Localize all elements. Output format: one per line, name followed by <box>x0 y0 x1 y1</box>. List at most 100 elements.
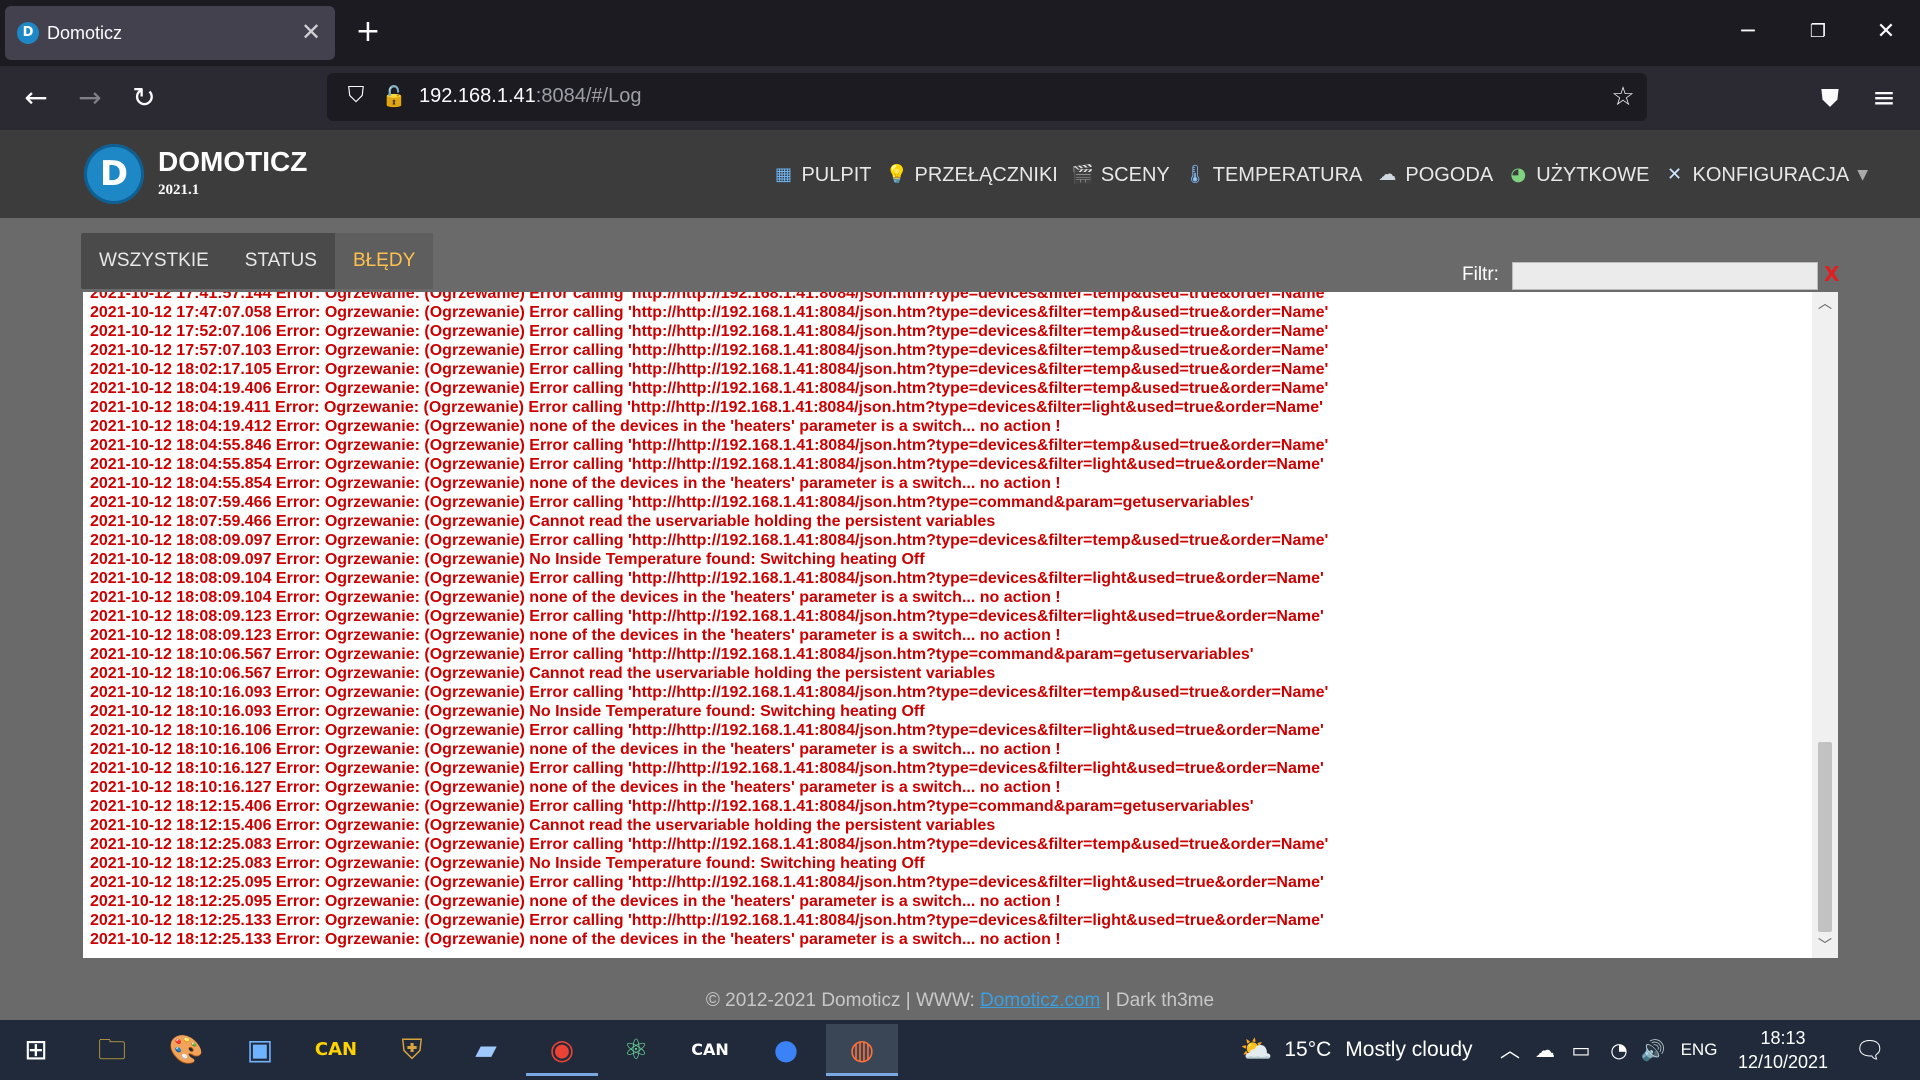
log-lines: 2021-10-12 17:41:57.144 Error: Ogrzewani… <box>90 292 1790 949</box>
log-line: 2021-10-12 18:08:09.104 Error: Ogrzewani… <box>90 570 1324 587</box>
browser-tab[interactable]: D Domoticz ✕ <box>5 6 335 60</box>
filter-label: Filtr: <box>1462 264 1499 285</box>
scrollbar[interactable]: ︿ ﹀ <box>1812 292 1838 958</box>
tab-bledy[interactable]: BŁĘDY <box>334 233 434 289</box>
log-line: 2021-10-12 18:02:17.105 Error: Ogrzewani… <box>90 361 1329 378</box>
log-line: 2021-10-12 17:47:07.058 Error: Ogrzewani… <box>90 304 1329 321</box>
tray-chevron-up-icon[interactable]: ︿ <box>1496 1020 1524 1080</box>
battery-icon[interactable]: ▭ <box>1566 1020 1596 1080</box>
menu-item-pulpit[interactable]: ▦ PULPIT <box>772 164 872 187</box>
app-dots-icon[interactable]: ● <box>750 1024 822 1076</box>
domoticz-logo-icon[interactable]: D <box>84 144 144 204</box>
log-line: 2021-10-12 18:04:19.411 Error: Ogrzewani… <box>90 399 1323 416</box>
filter-input[interactable] <box>1512 262 1818 290</box>
log-line: 2021-10-12 18:08:09.123 Error: Ogrzewani… <box>90 608 1324 625</box>
menu-item-pogoda[interactable]: ☁ POGODA <box>1376 164 1493 187</box>
file-explorer-icon[interactable]: 🗀 <box>76 1024 148 1076</box>
log-line: 2021-10-12 18:12:25.095 Error: Ogrzewani… <box>90 874 1324 891</box>
log-line: 2021-10-12 18:12:25.095 Error: Ogrzewani… <box>90 893 1061 910</box>
address-bar[interactable]: ⛉ 🔓 192.168.1.41:8084/#/Log ☆ <box>327 73 1647 121</box>
pocket-icon[interactable]: ⛊ <box>1810 78 1850 118</box>
notification-icon[interactable]: 🗨 <box>1850 1034 1890 1066</box>
clapperboard-icon: 🎬 <box>1071 164 1095 185</box>
firefox-icon[interactable]: ◍ <box>826 1024 898 1076</box>
log-tabs: WSZYSTKIE STATUS BŁĘDY <box>81 233 434 289</box>
url-text[interactable]: 192.168.1.41:8084/#/Log <box>419 85 641 108</box>
log-line: 2021-10-12 17:57:07.103 Error: Ogrzewani… <box>90 342 1329 359</box>
insecure-lock-icon[interactable]: 🔓 <box>379 81 409 111</box>
log-line: 2021-10-12 18:04:19.406 Error: Ogrzewani… <box>90 380 1329 397</box>
clock[interactable]: 18:13 12/10/2021 <box>1730 1026 1836 1074</box>
log-panel[interactable]: 2021-10-12 17:41:57.144 Error: Ogrzewani… <box>83 292 1838 958</box>
log-line: 2021-10-12 18:04:55.854 Error: Ogrzewani… <box>90 475 1061 492</box>
menu-item-uzytkowe[interactable]: ◕ UŻYTKOWE <box>1507 164 1649 187</box>
app-version: 2021.1 <box>158 182 200 198</box>
window-close-icon[interactable]: ✕ <box>1866 14 1906 50</box>
log-line: 2021-10-12 18:08:09.123 Error: Ogrzewani… <box>90 627 1061 644</box>
menu-item-konfiguracja[interactable]: ✕ KONFIGURACJA ▼ <box>1664 164 1868 187</box>
taskbar: ⊞ 🗀 🎨 ▣ CAN ⛨ ▰ ◉ ⚛ CAN ● ◍ ⛅ 15°C Mostl… <box>0 1020 1920 1080</box>
log-line: 2021-10-12 18:10:16.093 Error: Ogrzewani… <box>90 703 925 720</box>
control-panel-icon[interactable]: ▣ <box>224 1024 296 1076</box>
language-indicator[interactable]: ENG <box>1676 1020 1722 1080</box>
wifi-icon[interactable]: ◔ <box>1604 1020 1634 1080</box>
volume-icon[interactable]: 🔊 <box>1638 1020 1668 1080</box>
weather-widget[interactable]: ⛅ 15°C Mostly cloudy <box>1240 1020 1473 1080</box>
log-page: WSZYSTKIE STATUS BŁĘDY Filtr: X 2021-10-… <box>0 218 1920 1020</box>
weather-temp: 15°C <box>1284 1038 1332 1061</box>
brand-name: DOMOTICZ <box>158 146 308 177</box>
menu-item-przelaczniki[interactable]: 💡 PRZEŁĄCZNIKI <box>885 164 1057 187</box>
can-hacker-icon[interactable]: CAN <box>674 1024 746 1076</box>
log-line: 2021-10-12 18:12:25.133 Error: Ogrzewani… <box>90 912 1324 929</box>
minimize-icon[interactable]: ─ <box>1728 14 1768 50</box>
new-tab-button[interactable]: + <box>352 16 384 48</box>
scroll-down-icon[interactable]: ﹀ <box>1812 936 1838 956</box>
shield-icon[interactable]: ⛉ <box>341 81 371 111</box>
close-tab-icon[interactable]: ✕ <box>297 18 325 46</box>
tab-wszystkie[interactable]: WSZYSTKIE <box>81 233 227 289</box>
scroll-up-icon[interactable]: ︿ <box>1812 294 1838 314</box>
chrome-icon[interactable]: ◉ <box>526 1024 598 1076</box>
log-line: 2021-10-12 18:10:06.567 Error: Ogrzewani… <box>90 665 996 682</box>
log-line: 2021-10-12 18:08:09.097 Error: Ogrzewani… <box>90 532 1329 549</box>
forward-arrow-icon[interactable]: → <box>70 78 110 118</box>
log-line: 2021-10-12 18:10:16.106 Error: Ogrzewani… <box>90 741 1061 758</box>
log-line: 2021-10-12 18:07:59.466 Error: Ogrzewani… <box>90 513 996 530</box>
log-line: 2021-10-12 17:52:07.106 Error: Ogrzewani… <box>90 323 1329 340</box>
atom-icon[interactable]: ⚛ <box>600 1024 672 1076</box>
log-line: 2021-10-12 18:04:19.412 Error: Ogrzewani… <box>90 418 1061 435</box>
bookmark-star-icon[interactable]: ☆ <box>1607 81 1639 113</box>
hamburger-menu-icon[interactable]: ≡ <box>1864 78 1904 118</box>
app-header: D DOMOTICZ 2021.1 ▦ PULPIT 💡 PRZEŁĄCZNIKI … <box>0 130 1920 218</box>
back-arrow-icon[interactable]: ← <box>16 78 56 118</box>
footer-copyright: © 2012-2021 Domoticz | WWW: <box>705 990 981 1011</box>
tools-icon: ✕ <box>1666 164 1683 185</box>
log-line: 2021-10-12 18:10:06.567 Error: Ogrzewani… <box>90 646 1254 663</box>
tab-status[interactable]: STATUS <box>227 233 335 289</box>
menu-item-temperatura[interactable]: 🌡 TEMPERATURA <box>1184 164 1363 187</box>
utility-icon: ◕ <box>1510 164 1527 185</box>
porsche-icon[interactable]: ⛨ <box>376 1024 448 1076</box>
notes-icon[interactable]: ▰ <box>450 1024 522 1076</box>
log-line: 2021-10-12 18:07:59.466 Error: Ogrzewani… <box>90 494 1254 511</box>
log-line: 2021-10-12 18:10:16.127 Error: Ogrzewani… <box>90 760 1324 777</box>
filter-clear-button[interactable]: X <box>1824 262 1839 286</box>
log-line: 2021-10-12 18:08:09.097 Error: Ogrzewani… <box>90 551 925 568</box>
windows-start-icon[interactable]: ⊞ <box>0 1024 72 1076</box>
main-menu: ▦ PULPIT 💡 PRZEŁĄCZNIKI 🎬 SCENY 🌡 TEMPERATUR… <box>758 158 1868 192</box>
paint-icon[interactable]: 🎨 <box>150 1024 222 1076</box>
onedrive-icon[interactable]: ☁ <box>1530 1020 1560 1080</box>
log-line: 2021-10-12 18:12:15.406 Error: Ogrzewani… <box>90 798 1254 815</box>
scrollbar-thumb[interactable] <box>1818 742 1832 932</box>
log-line: 2021-10-12 18:12:25.083 Error: Ogrzewani… <box>90 855 925 872</box>
restore-icon[interactable]: ❐ <box>1798 14 1838 50</box>
can-app-icon[interactable]: CAN <box>300 1024 372 1076</box>
partly-cloudy-icon: ⛅ <box>1240 1035 1273 1065</box>
domoticz-link[interactable]: Domoticz.com <box>980 990 1100 1011</box>
weather-text: Mostly cloudy <box>1345 1038 1473 1061</box>
cloud-icon: ☁ <box>1378 164 1397 185</box>
menu-item-sceny[interactable]: 🎬 SCENY <box>1072 164 1170 187</box>
log-line: 2021-10-12 18:04:55.846 Error: Ogrzewani… <box>90 437 1329 454</box>
log-line: 2021-10-12 18:12:25.083 Error: Ogrzewani… <box>90 836 1329 853</box>
reload-icon[interactable]: ↻ <box>124 78 164 118</box>
